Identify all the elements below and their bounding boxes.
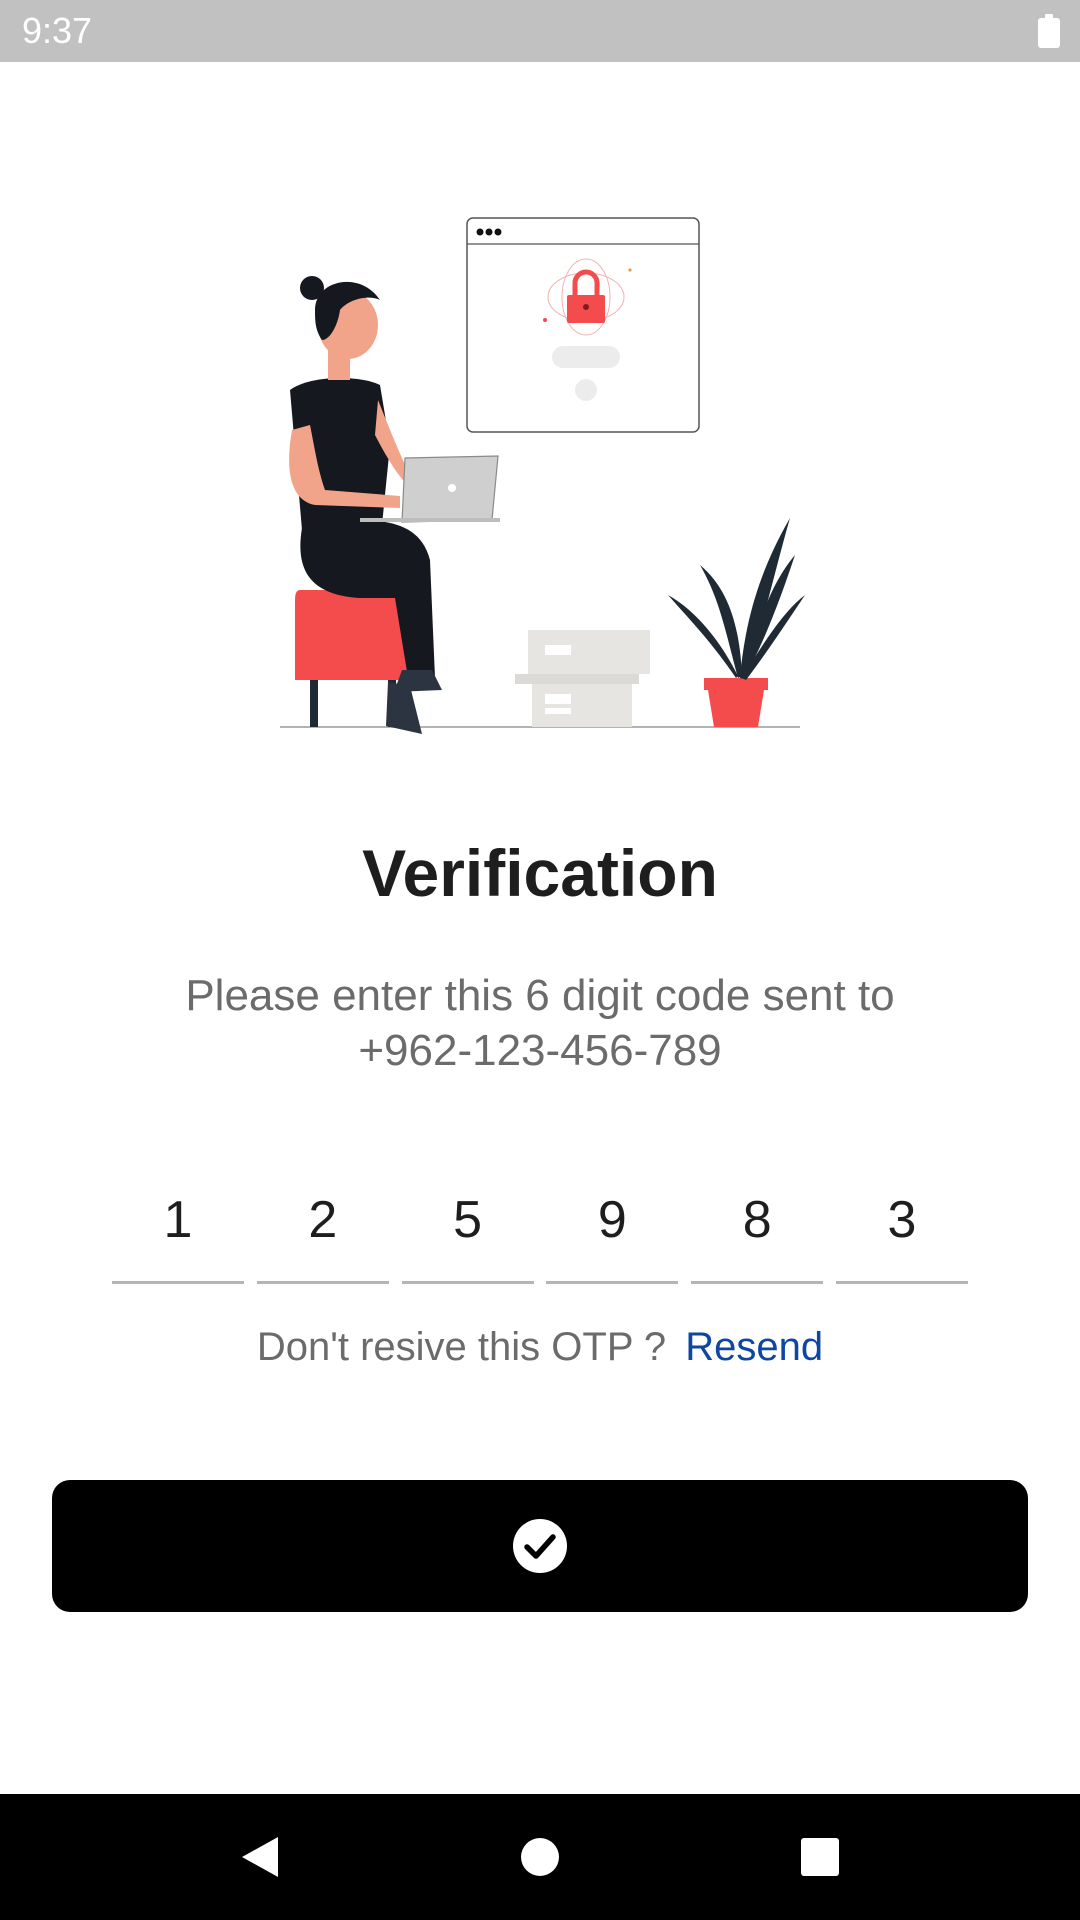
navigation-bar	[0, 1794, 1080, 1920]
back-triangle-icon	[242, 1837, 278, 1877]
otp-digit-4[interactable]: 9	[546, 1180, 679, 1284]
instruction-line: Please enter this 6 digit code sent to	[185, 971, 895, 1020]
status-time: 9:37	[22, 10, 93, 51]
battery-icon	[1038, 14, 1060, 48]
page-title: Verification	[362, 836, 718, 910]
otp-digit-5[interactable]: 8	[691, 1180, 824, 1284]
nav-recents-button[interactable]	[790, 1827, 850, 1887]
otp-digit-1[interactable]: 1	[112, 1180, 244, 1284]
storage-boxes-icon	[515, 630, 650, 727]
instruction-text: Please enter this 6 digit code sent to +…	[100, 968, 980, 1078]
otp-digit-6[interactable]: 3	[835, 1180, 968, 1284]
confirm-button[interactable]	[52, 1480, 1028, 1612]
otp-input-group: 1 2 5 9 8 3	[112, 1180, 968, 1284]
status-bar: 9:37	[0, 0, 1080, 62]
potted-plant-icon	[668, 518, 805, 727]
phone-number: +962-123-456-789	[358, 1026, 722, 1075]
recents-square-icon	[801, 1838, 839, 1876]
otp-digit-3[interactable]: 5	[401, 1180, 534, 1284]
check-circle-icon	[513, 1519, 567, 1573]
otp-digit-2[interactable]: 2	[256, 1180, 389, 1284]
nav-home-button[interactable]	[510, 1827, 570, 1887]
browser-window-icon	[466, 217, 700, 433]
verification-illustration	[280, 217, 805, 734]
home-circle-icon	[521, 1838, 559, 1876]
resend-row: Don't resive this OTP ? Resend	[0, 1325, 1080, 1370]
nav-back-button[interactable]	[230, 1827, 290, 1887]
resend-prompt: Don't resive this OTP ?	[256, 1325, 667, 1369]
resend-link[interactable]: Resend	[685, 1325, 823, 1369]
